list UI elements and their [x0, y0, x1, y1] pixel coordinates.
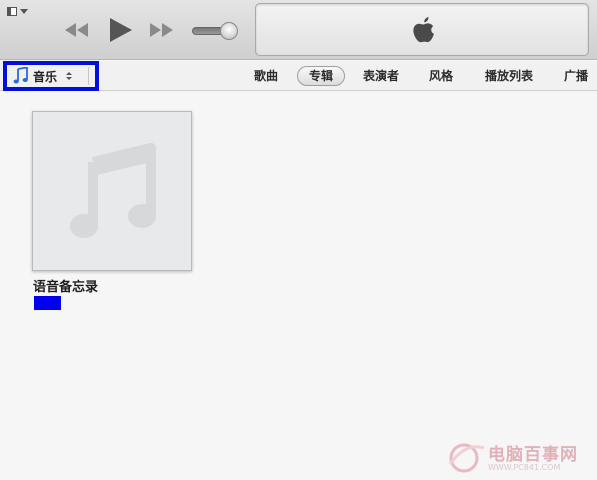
apple-logo-icon: [413, 17, 434, 43]
watermark-text: 电脑百事网: [488, 445, 578, 465]
album-title[interactable]: 语音备忘录: [33, 276, 98, 295]
play-button[interactable]: [108, 16, 134, 44]
tab-songs[interactable]: 歌曲: [250, 66, 282, 86]
volume-slider[interactable]: [192, 22, 240, 40]
music-note-placeholder-icon: [70, 143, 156, 238]
tab-artists[interactable]: 表演者: [359, 66, 403, 86]
volume-knob[interactable]: [220, 22, 238, 40]
sidebar-menu-icon[interactable]: [7, 5, 31, 17]
watermark-logo-icon: [448, 443, 485, 473]
fast-forward-icon: [150, 23, 173, 37]
tab-playlists[interactable]: 播放列表: [481, 66, 537, 86]
next-button[interactable]: [148, 16, 176, 44]
library-navbar: 音乐 歌曲 专辑 表演者 风格 播放列表 广播: [0, 61, 597, 91]
album-highlight-marker: [34, 296, 61, 310]
album-artwork[interactable]: [32, 111, 192, 271]
tab-genres[interactable]: 风格: [426, 66, 456, 86]
previous-button[interactable]: [62, 16, 90, 44]
site-watermark: 电脑百事网 WWW.PC841.COM: [446, 440, 596, 476]
watermark-url: WWW.PC841.COM: [488, 463, 561, 472]
tab-albums[interactable]: 专辑: [297, 66, 345, 86]
view-tabs: 歌曲 专辑 表演者 风格 播放列表 广播: [0, 66, 597, 86]
player-toolbar: [0, 0, 597, 60]
play-icon: [110, 18, 132, 42]
status-display: [255, 3, 589, 56]
tab-radio[interactable]: 广播: [561, 66, 591, 86]
rewind-icon: [65, 23, 88, 37]
